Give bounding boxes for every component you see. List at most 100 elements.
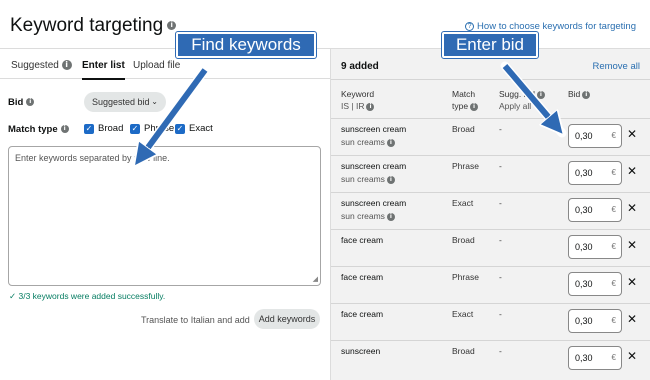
help-link[interactable]: ? How to choose keywords for targeting <box>465 21 636 32</box>
info-icon[interactable]: i <box>167 21 177 31</box>
add-keywords-button[interactable]: Add keywords <box>254 309 320 329</box>
currency-symbol: € <box>611 242 616 251</box>
resize-handle-icon[interactable]: ◢ <box>313 275 318 283</box>
checkbox-phrase[interactable]: ✓ Phrase <box>130 123 174 134</box>
sugg-bid-value: - <box>499 346 502 356</box>
page-title: Keyword targeting i <box>10 15 177 37</box>
close-icon[interactable]: ✕ <box>627 275 637 289</box>
info-icon[interactable]: i <box>26 98 35 107</box>
close-icon[interactable]: ✕ <box>627 201 637 215</box>
table-row: face cream Broad - 0,30 € ✕ <box>331 229 650 266</box>
match-type-label-text: Match type <box>8 124 58 135</box>
col-header-sugg-text: Sugg. bid <box>499 89 535 99</box>
sugg-bid-value: - <box>499 198 502 208</box>
sugg-bid-value: - <box>499 161 502 171</box>
keyword-text: face cream <box>341 309 384 319</box>
info-icon[interactable]: i <box>366 102 375 111</box>
info-icon[interactable]: i <box>536 90 545 99</box>
match-type-value: Broad <box>452 124 475 134</box>
remove-all-link[interactable]: Remove all <box>592 61 640 72</box>
chevron-down-icon: ⌄ <box>151 97 158 106</box>
bid-input[interactable]: 0,30 € <box>568 309 622 333</box>
bid-dropdown[interactable]: Suggested bid ⌄ <box>84 92 166 112</box>
close-icon[interactable]: ✕ <box>627 238 637 252</box>
checkbox-broad[interactable]: ✓ Broad <box>84 123 123 134</box>
table-row: sunscreen cream sun creams i Broad - 0,30 € ✕ <box>331 118 650 155</box>
bid-input[interactable]: 0,30 € <box>568 235 622 259</box>
checkmark-icon[interactable]: ✓ <box>130 123 140 134</box>
checkbox-phrase-label: Phrase <box>144 123 175 134</box>
tab-upload-file[interactable]: Upload file <box>133 60 180 71</box>
bid-label-text: Bid <box>8 97 24 108</box>
keyword-text: face cream <box>341 235 384 245</box>
checkbox-exact-label: Exact <box>189 123 213 134</box>
keywords-textarea[interactable]: Enter keywords separated by new line. ◢ <box>8 146 321 286</box>
keyword-text: sunscreen <box>341 346 381 356</box>
success-message-text: 3/3 keywords were added successfully. <box>18 291 166 301</box>
bid-input[interactable]: 0,30 € <box>568 124 622 148</box>
keyword-text: sunscreen cream <box>341 161 407 171</box>
bid-input-value[interactable]: 0,30 <box>575 205 593 215</box>
page-title-text: Keyword targeting <box>10 15 164 36</box>
translate-button[interactable]: Translate to Italian and add <box>141 315 250 325</box>
match-type-value: Broad <box>452 346 475 356</box>
bid-input-value[interactable]: 0,30 <box>575 353 593 363</box>
bid-input[interactable]: 0,30 € <box>568 198 622 222</box>
bid-input-value[interactable]: 0,30 <box>575 316 593 326</box>
close-icon[interactable]: ✕ <box>627 164 637 178</box>
close-icon[interactable]: ✕ <box>627 127 637 141</box>
info-icon[interactable]: i <box>386 138 395 147</box>
col-header-sugg-bid: Sugg. bid i Apply all <box>499 88 545 112</box>
textarea-placeholder: Enter keywords separated by new line. <box>15 153 170 163</box>
checkbox-exact[interactable]: ✓ Exact <box>175 123 213 134</box>
col-header-keyword-sub: IS | IR <box>341 101 365 111</box>
close-icon[interactable]: ✕ <box>627 349 637 363</box>
currency-symbol: € <box>611 279 616 288</box>
bid-input-value[interactable]: 0,30 <box>575 131 593 141</box>
sugg-bid-value: - <box>499 309 502 319</box>
match-type-value: Phrase <box>452 272 479 282</box>
sugg-bid-value: - <box>499 272 502 282</box>
info-icon[interactable]: i <box>61 60 72 71</box>
table-row: sunscreen Broad - 0,30 € ✕ <box>331 340 650 377</box>
table-row: face cream Exact - 0,30 € ✕ <box>331 303 650 340</box>
bid-input-value[interactable]: 0,30 <box>575 168 593 178</box>
bid-input[interactable]: 0,30 € <box>568 346 622 370</box>
bid-dropdown-value[interactable]: Suggested bid <box>92 97 150 107</box>
left-panel: Suggested i Enter list Upload file Bid i … <box>0 48 330 380</box>
checkbox-broad-label: Broad <box>98 123 124 134</box>
apply-all-link[interactable]: Apply all <box>499 100 545 112</box>
currency-symbol: € <box>611 168 616 177</box>
bid-label: Bid i <box>8 97 35 108</box>
col-header-keyword-text: Keyword <box>341 89 375 99</box>
keyword-text: sunscreen cream <box>341 198 407 208</box>
help-link-text[interactable]: How to choose keywords for targeting <box>477 21 636 32</box>
right-panel: 9 added Remove all Keyword IS | IR i Matc… <box>330 48 650 380</box>
sugg-bid-value: - <box>499 235 502 245</box>
checkmark-icon[interactable]: ✓ <box>175 123 185 134</box>
question-icon: ? <box>465 21 475 31</box>
keyword-text: sunscreen cream <box>341 124 407 134</box>
bid-input[interactable]: 0,30 € <box>568 161 622 185</box>
info-icon[interactable]: i <box>470 102 479 111</box>
added-count: 9 added <box>341 61 379 72</box>
bid-input-value[interactable]: 0,30 <box>575 242 593 252</box>
tab-enter-list[interactable]: Enter list <box>82 60 125 80</box>
info-icon[interactable]: i <box>386 175 395 184</box>
bid-input[interactable]: 0,30 € <box>568 272 622 296</box>
info-icon[interactable]: i <box>582 90 591 99</box>
sugg-bid-value: - <box>499 124 502 134</box>
keyword-sub: sun creams i <box>341 211 395 221</box>
tab-suggested-label[interactable]: Suggested <box>11 60 59 71</box>
checkmark-icon[interactable]: ✓ <box>84 123 94 134</box>
tab-suggested[interactable]: Suggested i <box>11 60 72 71</box>
keyword-sub: sun creams i <box>341 174 395 184</box>
match-type-value: Broad <box>452 235 475 245</box>
bid-input-value[interactable]: 0,30 <box>575 279 593 289</box>
divider <box>331 79 650 80</box>
callout-enter-bid: Enter bid <box>441 31 539 59</box>
table-row: sunscreen cream sun creams i Phrase - 0,30 € ✕ <box>331 155 650 192</box>
close-icon[interactable]: ✕ <box>627 312 637 326</box>
info-icon[interactable]: i <box>386 212 395 221</box>
info-icon[interactable]: i <box>60 125 69 134</box>
